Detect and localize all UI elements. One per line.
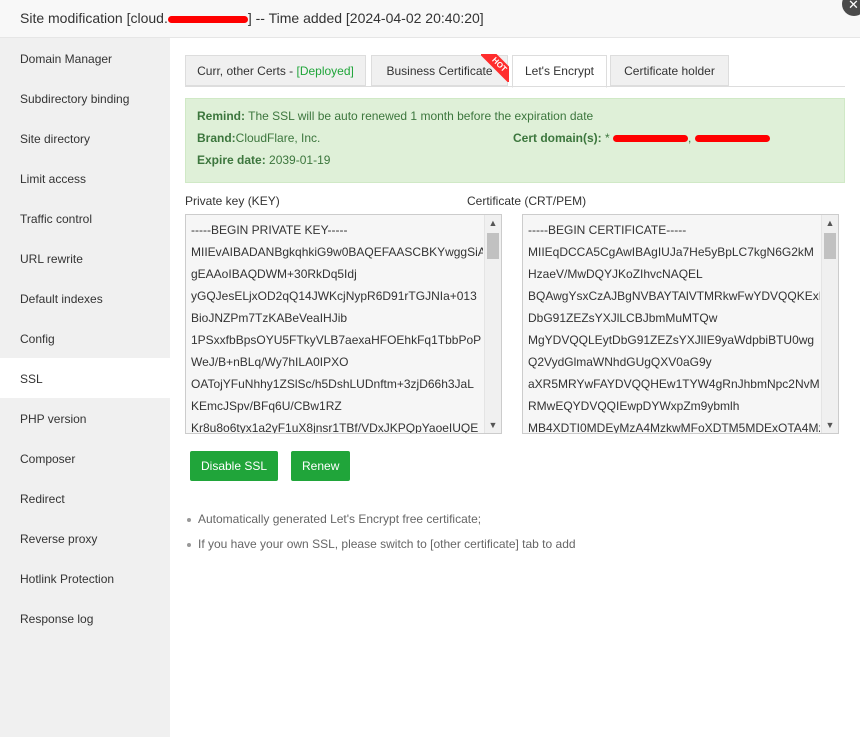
redaction-mark [613, 135, 689, 143]
text-line: WeJ/B+nBLq/Wy7hILA0IPXO [191, 355, 349, 369]
scroll-thumb[interactable] [487, 233, 499, 259]
window-title: Site modification [cloud. ] -- Time added… [20, 10, 484, 26]
tab-current-certs[interactable]: Curr, other Certs - [Deployed] [185, 55, 366, 86]
text-line: MB4XDTI0MDEyMzA4MzkwMFoXDTM5MDExOTA4Mzk [528, 421, 820, 434]
private-key-scrollbar[interactable]: ▲ ▼ [484, 215, 501, 433]
tab-label: Curr, other Certs - [197, 64, 297, 78]
hot-badge: HOT [481, 54, 509, 82]
redaction-mark [167, 15, 248, 23]
scroll-up-icon[interactable]: ▲ [485, 215, 501, 231]
expire-row: Expire date: 2039-01-19 [197, 153, 330, 167]
private-key-textarea[interactable]: -----BEGIN PRIVATE KEY----- MIIEvAIBADANB… [185, 214, 502, 434]
text-line: BioJNZPm7TzKABeVeaIHJib [191, 311, 348, 325]
sidebar: Domain Manager Subdirectory binding Site d… [0, 38, 170, 737]
certificate-scrollbar[interactable]: ▲ ▼ [821, 215, 838, 433]
tab-business-certificate[interactable]: Business Certificate HOT [371, 54, 509, 86]
deployed-status: [Deployed] [296, 64, 354, 78]
text-line: HzaeV/MwDQYJKoZIhvcNAQEL [528, 267, 703, 281]
text-line: gEAAoIBAQDWM+30RkDq5Idj [191, 267, 357, 281]
sidebar-item-limit-access[interactable]: Limit access [0, 158, 170, 198]
renew-button[interactable]: Renew [291, 451, 351, 481]
certificate-textarea[interactable]: -----BEGIN CERTIFICATE----- MIIEqDCCA5CgA… [522, 214, 839, 434]
scroll-down-icon[interactable]: ▼ [822, 417, 838, 433]
scroll-down-icon[interactable]: ▼ [485, 417, 501, 433]
sidebar-item-url-rewrite[interactable]: URL rewrite [0, 238, 170, 278]
hot-badge-text: HOT [481, 54, 509, 82]
redaction-mark [694, 135, 770, 143]
cert-domains-separator: , [688, 131, 695, 145]
sidebar-item-ssl[interactable]: SSL [0, 358, 170, 398]
disable-ssl-button[interactable]: Disable SSL [190, 451, 279, 481]
text-line: aXR5MRYwFAYDVQQHEw1TYW4gRnJhbmNpc2NvM [528, 377, 820, 391]
text-line: MgYDVQQLEytDbG91ZEZsYXJlIE9yaWdpbiBTU0wg [528, 333, 815, 347]
tab-certificate-holder[interactable]: Certificate holder [610, 55, 729, 86]
text-line: Q2VydGlmaWNhdGUgQXV0aG9y [528, 355, 712, 369]
remind-row: Remind: The SSL will be auto renewed 1 m… [197, 109, 593, 123]
tip-text: Automatically generated Let's Encrypt fr… [198, 512, 482, 526]
certificate-label: Certificate (CRT/PEM) [467, 194, 587, 208]
expire-label: Expire date: [197, 153, 266, 167]
text-line: 1PSxxfbBpsOYU5FTkyVLB7aexaHFOEhkFq1TbbPo… [191, 333, 482, 347]
sidebar-item-reverse-proxy[interactable]: Reverse proxy [0, 518, 170, 558]
title-suffix: ] -- Time added [2024-04-02 20:40:20] [247, 10, 484, 26]
sidebar-item-domain-manager[interactable]: Domain Manager [0, 38, 170, 78]
text-line: DbG91ZEZsYXJlLCBJbmMuMTQw [528, 311, 718, 325]
text-line: KEmcJSpv/BFq6U/CBw1RZ [191, 399, 342, 413]
sidebar-item-config[interactable]: Config [0, 318, 170, 358]
text-line: -----BEGIN PRIVATE KEY----- [191, 223, 348, 237]
bullet-icon [187, 517, 191, 522]
text-line: -----BEGIN CERTIFICATE----- [528, 223, 687, 237]
sidebar-item-default-indexes[interactable]: Default indexes [0, 278, 170, 318]
ssl-notice-box: Remind: The SSL will be auto renewed 1 m… [185, 98, 845, 183]
brand-value: CloudFlare, Inc. [235, 131, 321, 145]
text-line: Kr8u8o6tyx1a2yF1uX8jnsr1TBf/VDxJKPQpYaoe… [191, 421, 479, 434]
tab-label: Business Certificate [386, 64, 493, 78]
text-line: RMwEQYDVQQIEwpDYWxpZm9ybmlh [528, 399, 740, 413]
tab-lets-encrypt[interactable]: Let's Encrypt [512, 55, 607, 88]
certificate-content: -----BEGIN CERTIFICATE----- MIIEqDCCA5CgA… [528, 219, 820, 434]
tab-divider [185, 86, 845, 87]
text-line: yGQJesELjxOD2qQ14JWKcjNypR6D91rTGJNIa+01… [191, 289, 477, 303]
title-prefix: Site modification [cloud. [20, 10, 168, 26]
private-key-label: Private key (KEY) [185, 194, 280, 208]
tab-label: Certificate holder [624, 64, 715, 78]
sidebar-item-composer[interactable]: Composer [0, 438, 170, 478]
brand-label: Brand: [197, 131, 236, 145]
sidebar-item-subdirectory-binding[interactable]: Subdirectory binding [0, 78, 170, 118]
cert-domains-label: Cert domain(s): [513, 131, 602, 145]
brand-row: Brand:CloudFlare, Inc. [197, 131, 320, 145]
cert-domains-prefix: * [601, 131, 614, 145]
tip-text: If you have your own SSL, please switch … [198, 537, 576, 551]
expire-value: 2039-01-19 [265, 153, 331, 167]
text-line: MIIEqDCCA5CgAwIBAgIUJa7He5yBpLC7kgN6G2kM [528, 245, 814, 259]
sidebar-item-site-directory[interactable]: Site directory [0, 118, 170, 158]
scroll-thumb[interactable] [824, 233, 836, 259]
bullet-icon [187, 542, 191, 547]
tip-item: Automatically generated Let's Encrypt fr… [185, 512, 481, 526]
tip-item: If you have your own SSL, please switch … [185, 537, 576, 551]
close-icon[interactable]: ✕ [842, 0, 860, 16]
text-line: BQAwgYsxCzAJBgNVBAYTAlVTMRkwFwYDVQQKExB [528, 289, 820, 303]
scroll-up-icon[interactable]: ▲ [822, 215, 838, 231]
sidebar-item-php-version[interactable]: PHP version [0, 398, 170, 438]
remind-text: The SSL will be auto renewed 1 month bef… [245, 109, 594, 123]
remind-label: Remind: [197, 109, 245, 123]
sidebar-item-redirect[interactable]: Redirect [0, 478, 170, 518]
sidebar-item-response-log[interactable]: Response log [0, 598, 170, 638]
cert-domains-row: Cert domain(s): * , [513, 131, 770, 145]
private-key-content: -----BEGIN PRIVATE KEY----- MIIEvAIBADANB… [191, 219, 483, 434]
sidebar-item-traffic-control[interactable]: Traffic control [0, 198, 170, 238]
text-line: OATojYFuNhhy1ZSlSc/h5DshLUDnftm+3zjD66h3… [191, 377, 474, 391]
window-title-bar: Site modification [cloud. ] -- Time added… [0, 0, 860, 38]
text-line: MIIEvAIBADANBgkqhkiG9w0BAQEFAASCBKYwggSi… [191, 245, 483, 259]
sidebar-item-hotlink-protection[interactable]: Hotlink Protection [0, 558, 170, 598]
tab-label: Let's Encrypt [525, 64, 594, 78]
